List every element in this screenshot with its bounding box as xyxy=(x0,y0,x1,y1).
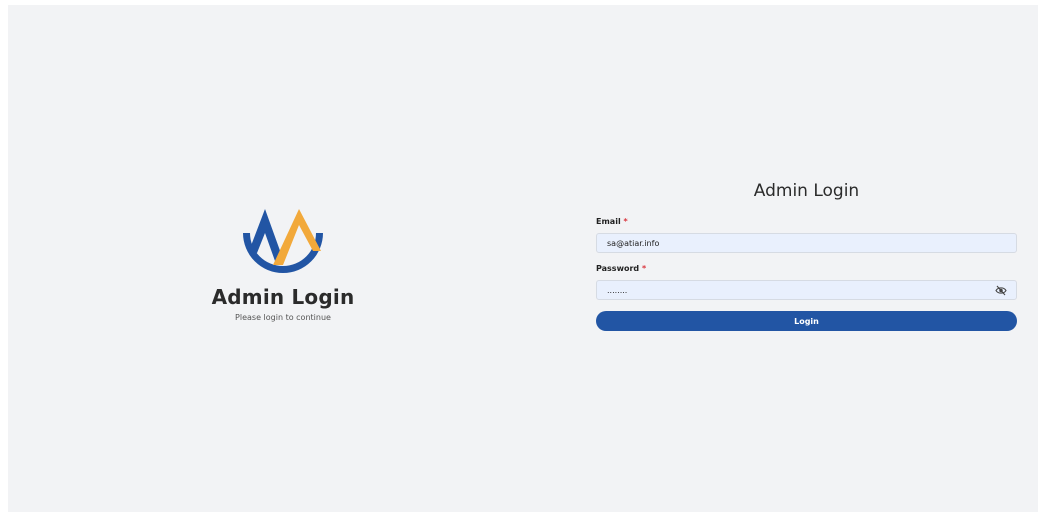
email-label: Email * xyxy=(596,217,1017,226)
login-page: Admin Login Please login to continue Adm… xyxy=(8,5,1038,512)
eye-off-icon[interactable] xyxy=(995,285,1007,296)
password-required-mark: * xyxy=(641,264,647,273)
login-form: Admin Login Email * Password * Login xyxy=(596,181,1017,331)
password-field-box xyxy=(596,280,1017,300)
form-title: Admin Login xyxy=(753,181,860,201)
brand-subtitle: Please login to continue xyxy=(235,313,331,322)
email-field[interactable] xyxy=(597,234,1016,252)
email-required-mark: * xyxy=(623,217,628,226)
brand-title: Admin Login xyxy=(211,285,355,309)
email-field-box xyxy=(596,233,1017,253)
password-field[interactable] xyxy=(597,281,1016,299)
password-label-text: Password xyxy=(596,264,640,273)
password-label: Password * xyxy=(596,264,1017,273)
brand-panel: Admin Login Please login to continue xyxy=(198,203,368,322)
mountain-arc-logo xyxy=(243,209,323,273)
email-label-text: Email xyxy=(596,217,621,226)
login-button[interactable]: Login xyxy=(596,311,1017,331)
